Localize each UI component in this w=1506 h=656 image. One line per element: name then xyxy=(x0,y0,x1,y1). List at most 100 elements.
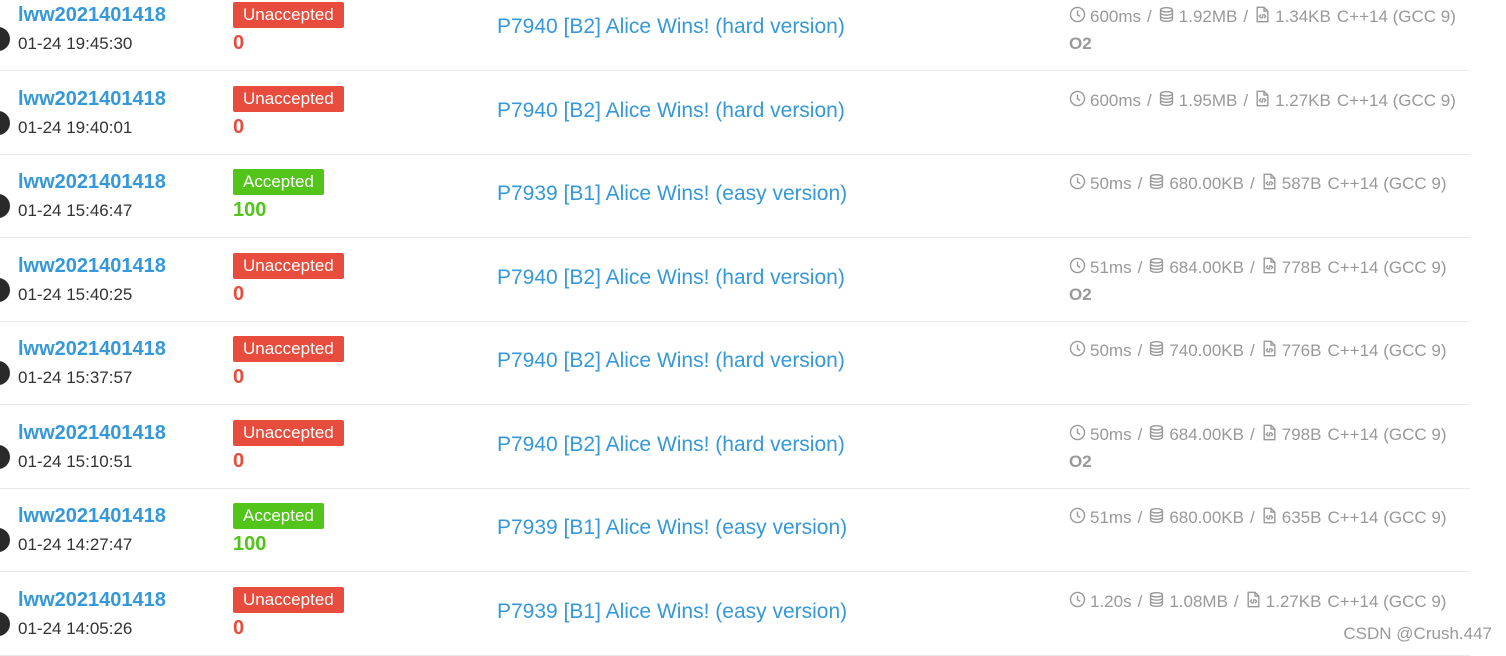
username-link[interactable]: lww2021401418 xyxy=(18,171,166,194)
separator: / xyxy=(1250,508,1255,528)
runtime-value: 1.20s xyxy=(1090,592,1132,612)
clock-icon xyxy=(1069,340,1090,362)
avatar[interactable] xyxy=(0,528,10,552)
code-size-value: 587B xyxy=(1282,174,1322,194)
avatar[interactable] xyxy=(0,278,10,302)
language-value: C++14 (GCC 9) xyxy=(1327,174,1446,194)
avatar[interactable] xyxy=(0,194,10,218)
avatar[interactable] xyxy=(0,111,10,135)
code-file-icon xyxy=(1254,90,1275,112)
code-file-icon xyxy=(1254,6,1275,28)
avatar[interactable] xyxy=(0,445,10,469)
submission-row: lww202140141801-24 19:40:01Unaccepted0P7… xyxy=(0,71,1470,155)
submission-meta: 600ms/1.92MB/1.34KBC++14 (GCC 9) xyxy=(1069,6,1456,28)
status-badge[interactable]: Unaccepted xyxy=(233,2,344,28)
separator: / xyxy=(1138,425,1143,445)
clock-icon xyxy=(1069,90,1090,112)
score: 0 xyxy=(233,366,244,389)
database-icon xyxy=(1148,173,1169,195)
submission-meta: 1.20s/1.08MB/1.27KBC++14 (GCC 9) xyxy=(1069,591,1446,613)
language-value: C++14 (GCC 9) xyxy=(1327,258,1446,278)
code-size-value: 1.34KB xyxy=(1275,7,1331,27)
status-badge[interactable]: Unaccepted xyxy=(233,86,344,112)
language-value: C++14 (GCC 9) xyxy=(1337,7,1456,27)
database-icon xyxy=(1148,591,1169,613)
status-badge[interactable]: Unaccepted xyxy=(233,587,344,613)
memory-value: 1.95MB xyxy=(1179,91,1238,111)
memory-value: 684.00KB xyxy=(1169,425,1244,445)
submission-meta: 50ms/684.00KB/798BC++14 (GCC 9) xyxy=(1069,424,1446,446)
username-link[interactable]: lww2021401418 xyxy=(18,88,166,111)
status-badge[interactable]: Accepted xyxy=(233,503,324,529)
problem-link[interactable]: P7939 [B1] Alice Wins! (easy version) xyxy=(497,516,847,540)
code-size-value: 1.27KB xyxy=(1266,592,1322,612)
username-link[interactable]: lww2021401418 xyxy=(18,4,166,27)
submission-row: lww202140141801-24 14:05:26Unaccepted0P7… xyxy=(0,572,1470,656)
code-size-value: 776B xyxy=(1282,341,1322,361)
username-link[interactable]: lww2021401418 xyxy=(18,589,166,612)
submit-time: 01-24 19:40:01 xyxy=(18,118,132,138)
separator: / xyxy=(1250,174,1255,194)
problem-link[interactable]: P7940 [B2] Alice Wins! (hard version) xyxy=(497,266,845,290)
username-link[interactable]: lww2021401418 xyxy=(18,338,166,361)
memory-value: 680.00KB xyxy=(1169,508,1244,528)
submission-row: lww202140141801-24 19:45:30Unaccepted0P7… xyxy=(0,0,1470,71)
runtime-value: 51ms xyxy=(1090,508,1132,528)
submission-meta: 50ms/740.00KB/776BC++14 (GCC 9) xyxy=(1069,340,1446,362)
username-link[interactable]: lww2021401418 xyxy=(18,505,166,528)
language-value: C++14 (GCC 9) xyxy=(1327,592,1446,612)
status-badge[interactable]: Accepted xyxy=(233,169,324,195)
submit-time: 01-24 19:45:30 xyxy=(18,34,132,54)
problem-link[interactable]: P7940 [B2] Alice Wins! (hard version) xyxy=(497,433,845,457)
o2-flag: O2 xyxy=(1069,452,1092,472)
avatar[interactable] xyxy=(0,361,10,385)
runtime-value: 50ms xyxy=(1090,174,1132,194)
submission-meta: 51ms/680.00KB/635BC++14 (GCC 9) xyxy=(1069,507,1446,529)
code-file-icon xyxy=(1261,340,1282,362)
submit-time: 01-24 15:40:25 xyxy=(18,285,132,305)
submit-time: 01-24 14:27:47 xyxy=(18,535,132,555)
code-file-icon xyxy=(1261,507,1282,529)
code-size-value: 1.27KB xyxy=(1275,91,1331,111)
clock-icon xyxy=(1069,424,1090,446)
database-icon xyxy=(1158,90,1179,112)
separator: / xyxy=(1250,425,1255,445)
language-value: C++14 (GCC 9) xyxy=(1327,341,1446,361)
status-badge[interactable]: Unaccepted xyxy=(233,336,344,362)
separator: / xyxy=(1243,7,1248,27)
problem-link[interactable]: P7940 [B2] Alice Wins! (hard version) xyxy=(497,99,845,123)
runtime-value: 600ms xyxy=(1090,7,1141,27)
runtime-value: 600ms xyxy=(1090,91,1141,111)
problem-link[interactable]: P7939 [B1] Alice Wins! (easy version) xyxy=(497,182,847,206)
avatar[interactable] xyxy=(0,27,10,51)
problem-link[interactable]: P7940 [B2] Alice Wins! (hard version) xyxy=(497,15,845,39)
submission-row: lww202140141801-24 15:10:51Unaccepted0P7… xyxy=(0,405,1470,489)
separator: / xyxy=(1138,174,1143,194)
clock-icon xyxy=(1069,507,1090,529)
language-value: C++14 (GCC 9) xyxy=(1327,508,1446,528)
separator: / xyxy=(1138,341,1143,361)
runtime-value: 50ms xyxy=(1090,425,1132,445)
status-badge[interactable]: Unaccepted xyxy=(233,420,344,446)
clock-icon xyxy=(1069,257,1090,279)
language-value: C++14 (GCC 9) xyxy=(1337,91,1456,111)
separator: / xyxy=(1138,508,1143,528)
code-file-icon xyxy=(1261,257,1282,279)
problem-link[interactable]: P7940 [B2] Alice Wins! (hard version) xyxy=(497,349,845,373)
o2-flag: O2 xyxy=(1069,34,1092,54)
database-icon xyxy=(1148,424,1169,446)
avatar[interactable] xyxy=(0,612,10,636)
separator: / xyxy=(1250,258,1255,278)
submission-row: lww202140141801-24 15:37:57Unaccepted0P7… xyxy=(0,321,1470,405)
problem-link[interactable]: P7939 [B1] Alice Wins! (easy version) xyxy=(497,600,847,624)
submission-row: lww202140141801-24 14:27:47Accepted100P7… xyxy=(0,488,1470,572)
submit-time: 01-24 14:05:26 xyxy=(18,619,132,639)
memory-value: 1.92MB xyxy=(1179,7,1238,27)
o2-flag: O2 xyxy=(1069,285,1092,305)
separator: / xyxy=(1138,592,1143,612)
username-link[interactable]: lww2021401418 xyxy=(18,255,166,278)
username-link[interactable]: lww2021401418 xyxy=(18,422,166,445)
status-badge[interactable]: Unaccepted xyxy=(233,253,344,279)
submit-time: 01-24 15:10:51 xyxy=(18,452,132,472)
code-size-value: 778B xyxy=(1282,258,1322,278)
